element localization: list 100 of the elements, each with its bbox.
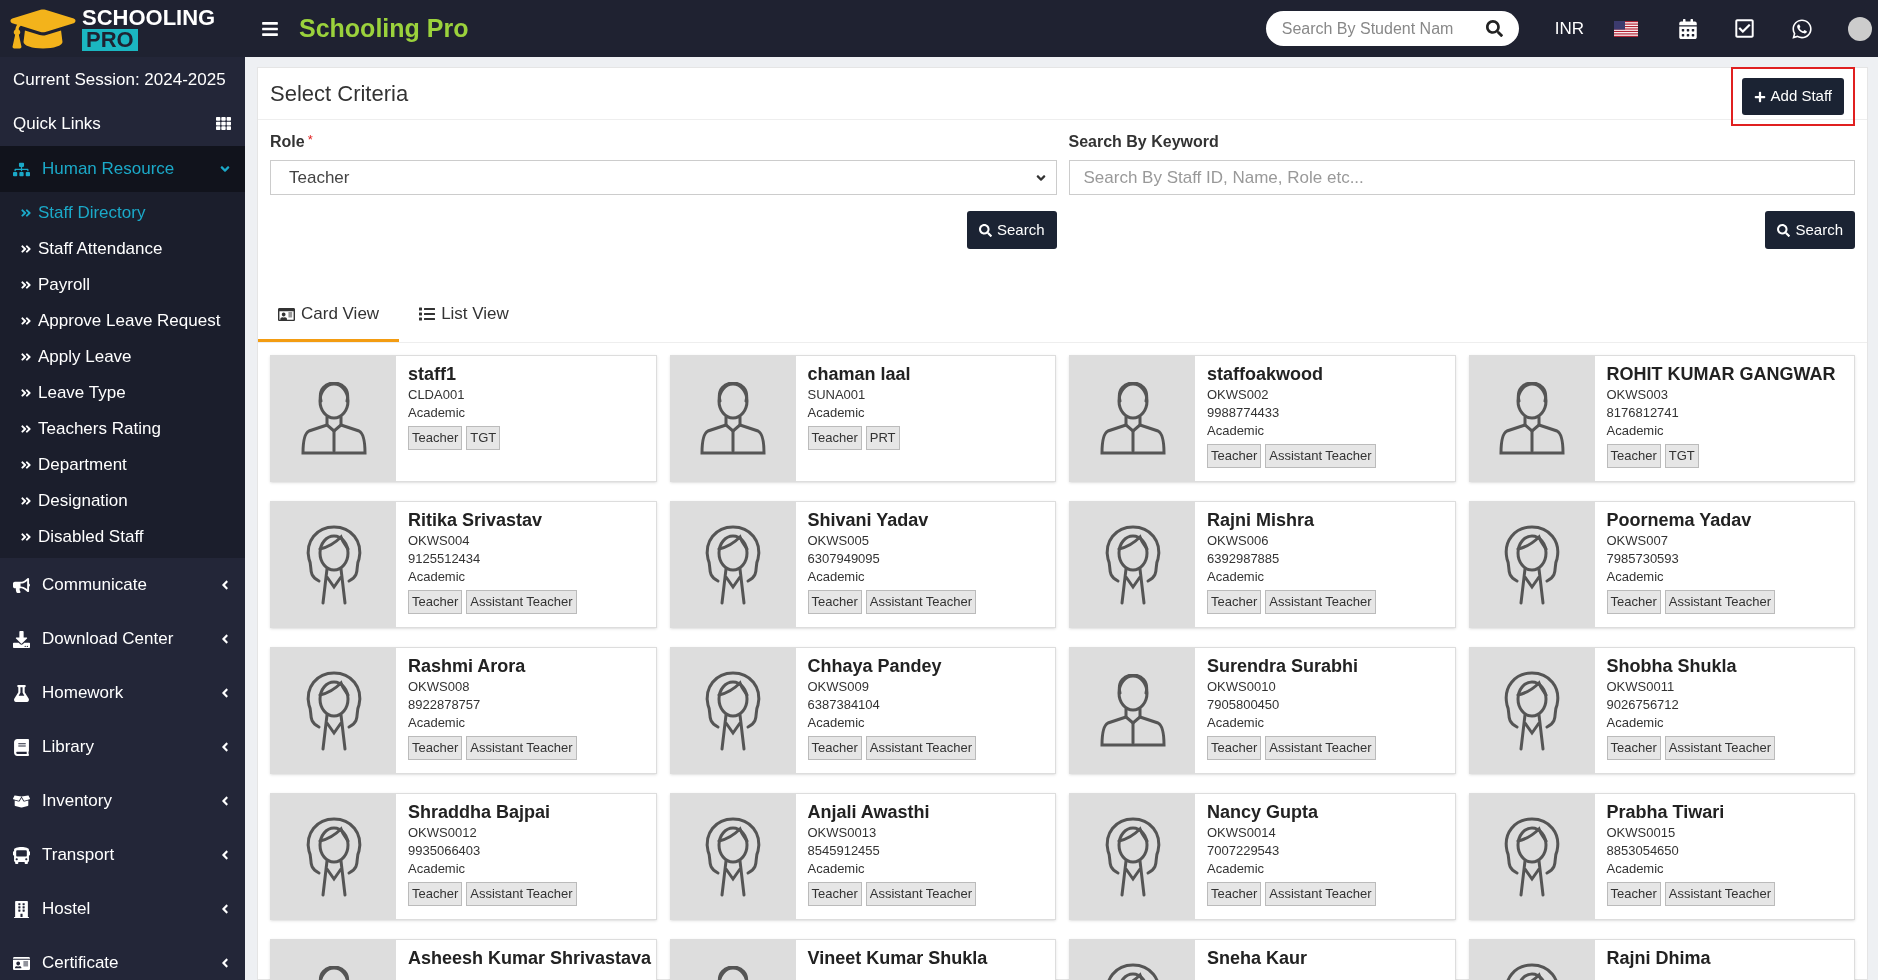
user-avatar[interactable] — [1848, 16, 1872, 41]
search-button[interactable]: Search — [1765, 211, 1855, 249]
staff-detail: Academic — [807, 860, 866, 878]
submenu-item[interactable]: Staff Attendance — [0, 231, 245, 267]
sidebar-section[interactable]: Communicate — [0, 558, 245, 612]
staff-detail: 9026756712 — [1606, 696, 1680, 714]
staff-detail: Academic — [1606, 860, 1665, 878]
submenu-item[interactable]: Payroll — [0, 267, 245, 303]
double-chevron-icon — [20, 423, 32, 435]
section-label: Download Center — [42, 628, 175, 651]
currency-label[interactable]: INR — [1554, 15, 1584, 42]
staff-card[interactable]: chaman laal SUNA001 Academic Teacher PRT — [669, 355, 1056, 482]
section-label: Inventory — [42, 790, 113, 813]
search-icon — [978, 223, 992, 237]
section-label: Certificate — [42, 952, 120, 975]
keyword-field[interactable]: Search By Staff ID, Name, Role etc... — [1068, 160, 1855, 195]
staff-card[interactable]: staffoakwood OKWS002 9988774433 Academic Teacher Assistant Teacher — [1069, 355, 1456, 482]
staff-card[interactable]: Nancy Gupta OKWS0014 7007229543 Academic Teacher Assistant Teacher — [1069, 793, 1456, 920]
view-tab[interactable]: Card View — [258, 289, 400, 342]
submenu-item[interactable]: Disabled Staff — [0, 519, 245, 555]
staff-card[interactable]: Surendra Surabhi OKWS0010 7905800450 Academic Teacher Assistant Teacher — [1069, 647, 1456, 774]
flag-icon[interactable] — [1614, 20, 1638, 37]
menu-icon[interactable] — [261, 19, 279, 38]
staff-card[interactable]: Poornema Yadav OKWS007 7985730593 Academic Teacher Assistant Teacher — [1468, 501, 1855, 628]
whatsapp-icon[interactable] — [1791, 17, 1813, 40]
staff-detail: CLDA001 — [408, 386, 466, 404]
staff-detail: OKWS008 — [408, 678, 471, 696]
staff-card[interactable]: Vineet Kumar Shukla — [669, 939, 1056, 980]
submenu-item[interactable]: Approve Leave Request — [0, 303, 245, 339]
staff-card[interactable]: Sneha Kaur — [1069, 939, 1456, 980]
role-tag: Teacher — [807, 426, 862, 450]
staff-card[interactable]: Asheesh Kumar Shrivastava — [270, 939, 657, 980]
sidebar-section[interactable]: Inventory — [0, 774, 245, 828]
role-tag: Teacher — [1207, 444, 1262, 468]
staff-name: Rashmi Arora — [408, 655, 527, 678]
role-tag: Assistant Teacher — [1664, 882, 1776, 906]
staff-card[interactable]: Anjali Awasthi OKWS0013 8545912455 Academic Teacher Assistant Teacher — [669, 793, 1056, 920]
staff-detail: 8545912455 — [807, 842, 881, 860]
staff-card[interactable]: Prabha Tiwari OKWS0015 8853054650 Academic Teacher Assistant Teacher — [1468, 793, 1855, 920]
submenu-item[interactable]: Teachers Rating — [0, 411, 245, 447]
sidebar-section[interactable]: Human Resource — [0, 146, 245, 192]
role-tag: Assistant Teacher — [865, 590, 977, 614]
staff-card[interactable]: staff1 CLDA001 Academic Teacher TGT — [270, 355, 657, 482]
search-field[interactable]: Search By Student Nam — [1265, 11, 1519, 46]
role-tag: Assistant Teacher — [1265, 590, 1376, 614]
role-tag: PRT — [865, 426, 900, 450]
sidebar-section[interactable]: Download Center — [0, 612, 245, 666]
staff-name: Sneha Kaur — [1207, 947, 1308, 970]
staff-detail: Academic — [408, 714, 467, 732]
staff-name: Nancy Gupta — [1207, 801, 1320, 824]
staff-name: Ritika Srivastav — [408, 509, 544, 532]
staff-name: Prabha Tiwari — [1606, 801, 1726, 824]
staff-card[interactable]: Rajni Dhima — [1468, 939, 1855, 980]
add-staff-button[interactable]: Add Staff — [1741, 78, 1844, 115]
staff-card[interactable]: Ritika Srivastav OKWS004 9125512434 Academic Teacher Assistant Teacher — [270, 501, 657, 628]
staff-detail: Academic — [408, 860, 467, 878]
role-tag: Assistant Teacher — [1265, 882, 1376, 906]
male-avatar-icon — [698, 382, 768, 455]
search-button[interactable]: Search — [966, 211, 1057, 249]
staff-detail: OKWS004 — [408, 532, 471, 550]
submenu-item[interactable]: Designation — [0, 483, 245, 519]
sidebar-section[interactable]: Transport — [0, 828, 245, 882]
staff-card[interactable]: ROHIT KUMAR GANGWAR OKWS003 8176812741 Academic Teacher TGT — [1468, 355, 1855, 482]
staff-card[interactable]: Rajni Mishra OKWS006 6392987885 Academic Teacher Assistant Teacher — [1069, 501, 1456, 628]
staff-detail: OKWS005 — [807, 532, 870, 550]
staff-detail: OKWS003 — [1606, 386, 1669, 404]
submenu-item[interactable]: Department — [0, 447, 245, 483]
staff-detail: OKWS0011 — [1606, 678, 1676, 696]
staff-card[interactable]: Rashmi Arora OKWS008 8922878757 Academic Teacher Assistant Teacher — [270, 647, 657, 774]
staff-detail: Academic — [807, 404, 866, 422]
staff-card[interactable]: Chhaya Pandey OKWS009 6387384104 Academic Teacher Assistant Teacher — [669, 647, 1056, 774]
role-tag: Teacher — [807, 882, 862, 906]
staff-card[interactable]: Shivani Yadav OKWS005 6307949095 Academic Teacher Assistant Teacher — [669, 501, 1056, 628]
staff-detail: 6392987885 — [1207, 550, 1281, 568]
required-mark: * — [307, 131, 313, 149]
submenu-item[interactable]: Leave Type — [0, 375, 245, 411]
search-icon[interactable] — [1485, 20, 1503, 37]
staff-card[interactable]: Shraddha Bajpai OKWS0012 9935066403 Academic Teacher Assistant Teacher — [270, 793, 657, 920]
sidebar-section[interactable]: Certificate — [0, 936, 245, 980]
sidebar-section[interactable]: Library — [0, 720, 245, 774]
task-check-icon[interactable] — [1734, 18, 1755, 39]
view-tab[interactable]: List View — [399, 289, 529, 342]
sidebar-section[interactable]: Homework — [0, 666, 245, 720]
section-label: Library — [42, 736, 95, 759]
submenu-item[interactable]: Staff Directory — [0, 195, 245, 231]
sidebar-section[interactable]: Hostel — [0, 882, 245, 936]
role-tag: Assistant Teacher — [865, 882, 977, 906]
grid-icon[interactable] — [215, 115, 232, 131]
section-label: Human Resource — [42, 158, 176, 181]
role-tag: Assistant Teacher — [865, 736, 977, 760]
role-tag: Teacher — [1606, 882, 1661, 906]
session-label: Current Session: 2024-2025 — [12, 69, 227, 91]
staff-name: Vineet Kumar Shukla — [807, 947, 988, 970]
male-avatar-icon — [298, 382, 369, 455]
role-tag: Assistant Teacher — [1265, 444, 1376, 468]
quick-links-label[interactable]: Quick Links — [13, 110, 101, 136]
staff-card[interactable]: Shobha Shukla OKWS0011 9026756712 Academic Teacher Assistant Teacher — [1468, 647, 1855, 774]
calendar-icon[interactable] — [1678, 18, 1698, 39]
submenu-item[interactable]: Apply Leave — [0, 339, 245, 375]
role-select[interactable]: Teacher — [270, 160, 1057, 195]
